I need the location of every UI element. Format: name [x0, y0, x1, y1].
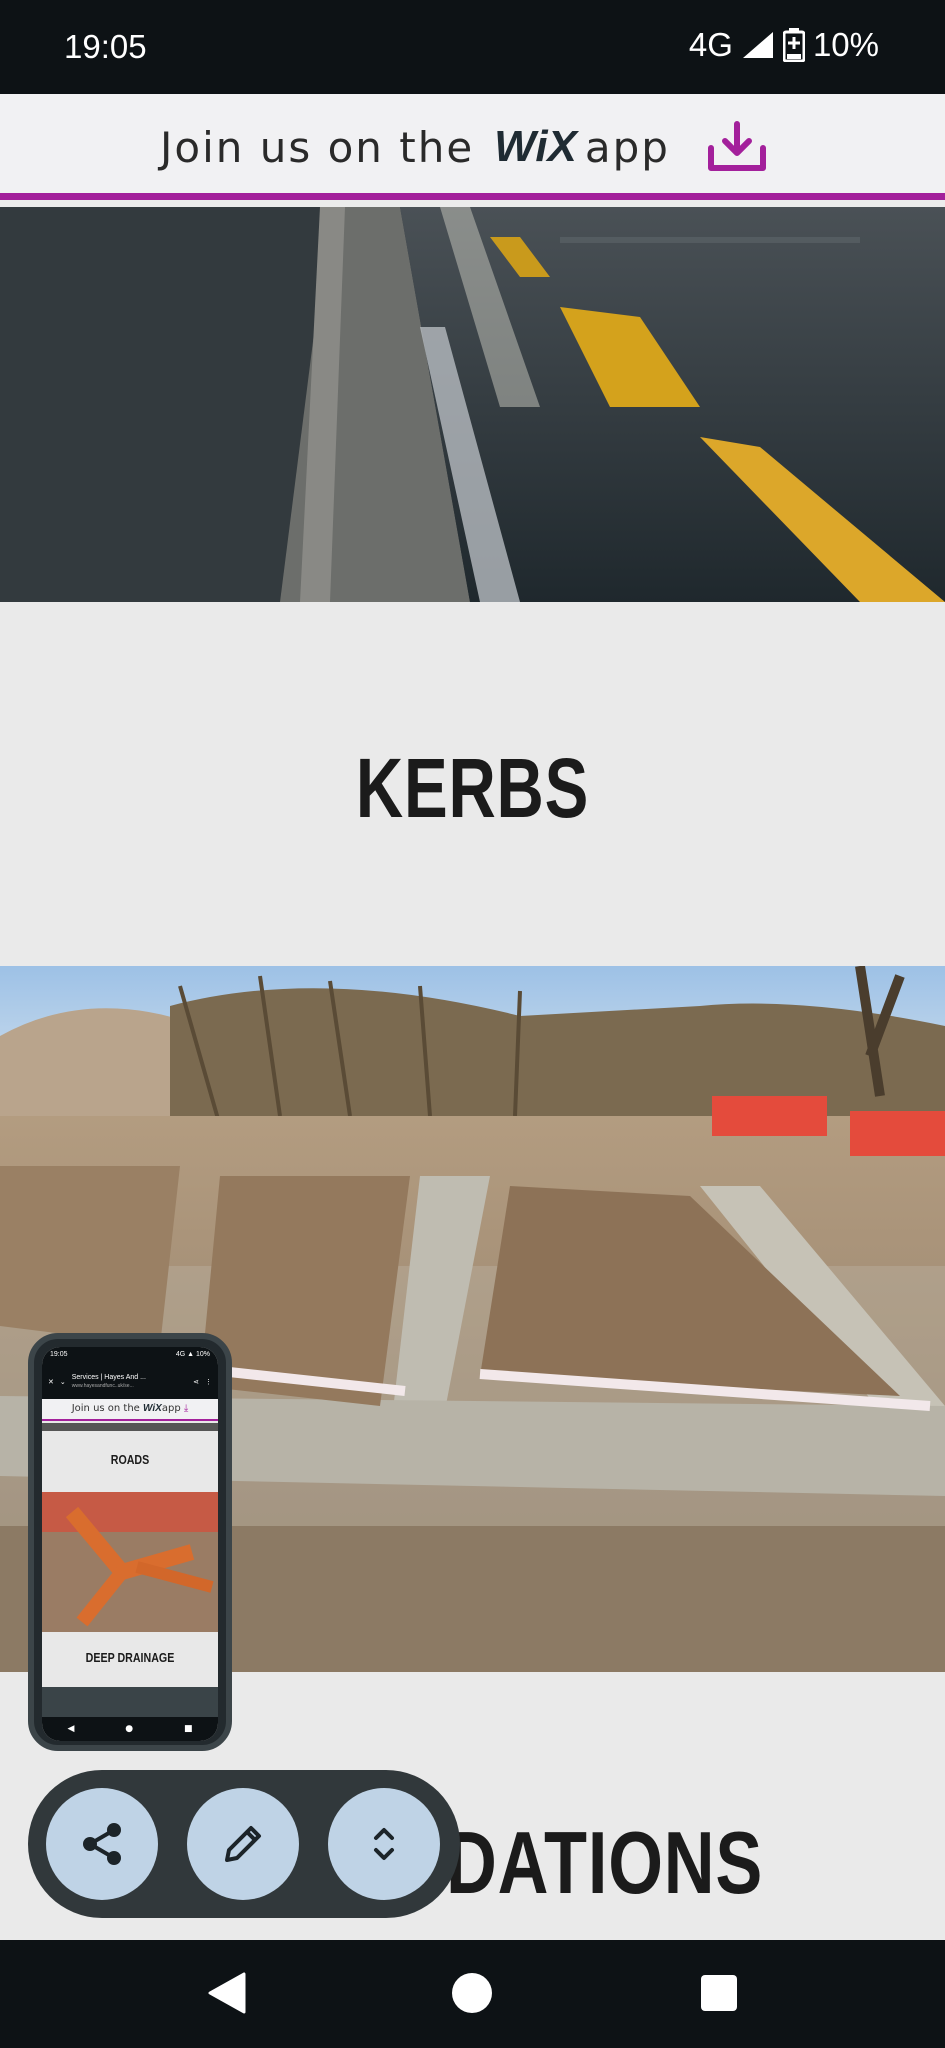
mini-back-icon: ◀ — [67, 1724, 75, 1734]
floating-action-bar — [28, 1770, 460, 1918]
home-icon[interactable] — [451, 1970, 493, 2016]
back-icon[interactable] — [206, 1970, 248, 2016]
mini-chevron-down-icon: ⌄ — [59, 1379, 66, 1386]
mini-download-icon: ⤓ — [183, 1403, 189, 1414]
edit-icon — [225, 1826, 261, 1862]
wix-app-banner[interactable]: Join us on the WiX app — [0, 94, 945, 200]
mini-more-icon: ⋮ — [205, 1379, 212, 1386]
mini-url-block: Services | Hayes And ... www.hayesandfun… — [72, 1374, 187, 1390]
mini-home-icon: ● — [125, 1724, 134, 1734]
mini-wix-banner: Join us on the WiXapp ⤓ — [42, 1399, 218, 1421]
mini-tab-title: Services | Hayes And ... — [71, 1374, 146, 1381]
wix-banner-prefix: Join us on the — [160, 122, 475, 172]
mini-preview-screen: 19:05 4G ▲ 10% ✕ ⌄ Services | Hayes And … — [42, 1347, 218, 1741]
edit-button[interactable] — [187, 1788, 299, 1900]
section-title-kerbs: KERBS — [355, 741, 590, 835]
share-button[interactable] — [46, 1788, 158, 1900]
mini-label-roads: ROADS — [110, 1452, 150, 1467]
mini-share-icon: ⋖ — [193, 1379, 199, 1386]
status-indicators: 4G 10% — [689, 26, 879, 64]
wix-banner-content: Join us on the WiX app — [160, 120, 768, 174]
wix-banner-suffix: app — [584, 122, 670, 172]
mini-tab-preview[interactable]: 19:05 4G ▲ 10% ✕ ⌄ Services | Hayes And … — [28, 1333, 232, 1751]
status-bar: 19:05 4G 10% — [0, 0, 945, 94]
mini-nav-bar: ◀ ● ■ — [42, 1717, 218, 1741]
download-icon[interactable] — [706, 120, 768, 174]
mini-recents-icon: ■ — [184, 1724, 193, 1734]
recents-icon[interactable] — [698, 1970, 740, 2016]
battery-level: 10% — [812, 26, 879, 63]
wix-logo: WiX — [494, 122, 577, 171]
battery-icon — [782, 28, 805, 62]
kerbs-section: KERBS — [0, 602, 945, 966]
mini-wix-suffix: app — [161, 1403, 181, 1414]
mini-status-right: 4G ▲ 10% — [175, 1351, 210, 1358]
banner-accent-line — [0, 193, 945, 200]
mini-label-deep-drainage: DEEP DRAINAGE — [85, 1650, 175, 1665]
mini-wix-logo: WiX — [143, 1403, 162, 1414]
mini-status-time: 19:05 — [50, 1351, 68, 1358]
road-kerb-photo — [0, 207, 945, 602]
signal-icon — [742, 32, 773, 58]
mini-close-icon: ✕ — [48, 1379, 54, 1386]
mini-road-image — [42, 1423, 218, 1431]
network-type: 4G — [688, 26, 733, 63]
mini-tab-url: www.hayesandfunc..uk/se... — [71, 1383, 134, 1389]
expand-icon — [374, 1828, 394, 1860]
expand-button[interactable] — [328, 1788, 440, 1900]
system-nav-bar — [0, 1940, 945, 2048]
share-icon — [83, 1823, 121, 1865]
status-time: 19:05 — [64, 28, 147, 65]
mini-status-bar: 19:05 4G ▲ 10% — [42, 1347, 218, 1365]
mini-wix-prefix: Join us on the — [71, 1403, 140, 1414]
mini-browser-toolbar: ✕ ⌄ Services | Hayes And ... www.hayesan… — [42, 1365, 218, 1399]
mini-drainage-image — [42, 1492, 218, 1632]
section-title-foundations: DATIONS — [446, 1813, 764, 1912]
mini-next-image — [42, 1687, 218, 1717]
